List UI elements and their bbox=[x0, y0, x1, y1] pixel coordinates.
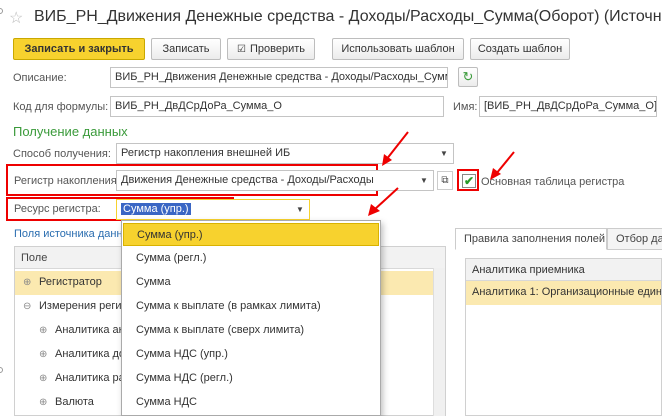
formula-code-label: Код для формулы: bbox=[13, 101, 109, 113]
collapse-icon[interactable]: ⊖ bbox=[23, 301, 33, 312]
description-field[interactable]: ВИБ_РН_Движения Денежные средства - Дохо… bbox=[110, 67, 448, 88]
checkmark-icon: ✔ bbox=[463, 174, 475, 188]
arrow-register-icon bbox=[382, 131, 409, 166]
tree-row-label: Валюта bbox=[55, 396, 94, 408]
dropdown-item[interactable]: Сумма НДС (регл.) bbox=[123, 367, 379, 390]
refresh-button[interactable]: ↻ bbox=[458, 67, 478, 87]
resource-value: Сумма (упр.) bbox=[121, 203, 191, 215]
use-template-button[interactable]: Использовать шаблон bbox=[332, 38, 464, 60]
tab-data-filter[interactable]: Отбор дан bbox=[607, 228, 662, 250]
register-value: Движения Денежные средства - Доходы/Расх… bbox=[121, 174, 374, 186]
arrow-checkbox-icon bbox=[490, 151, 515, 180]
refresh-icon: ↻ bbox=[462, 69, 474, 84]
dropdown-item[interactable]: Сумма НДС bbox=[123, 391, 379, 414]
dropdown-item[interactable]: Сумма НДС (упр.) bbox=[123, 343, 379, 366]
method-label: Способ получения: bbox=[13, 148, 111, 160]
tree-row-label: Аналитика ак bbox=[55, 324, 124, 336]
expand-icon[interactable]: ⊕ bbox=[39, 397, 49, 408]
expand-icon[interactable]: ⊕ bbox=[39, 349, 49, 360]
save-button[interactable]: Записать bbox=[151, 38, 221, 60]
main-table-checkbox[interactable]: ✔ bbox=[462, 174, 476, 188]
source-fields-link[interactable]: Поля источника данн bbox=[14, 228, 123, 240]
resource-dropdown-list: Сумма (упр.) Сумма (регл.) Сумма Сумма к… bbox=[121, 220, 381, 416]
create-template-button[interactable]: Создать шаблон bbox=[470, 38, 570, 60]
register-open-icon[interactable]: ⧉ bbox=[437, 171, 453, 190]
description-label: Описание: bbox=[13, 72, 67, 84]
save-and-close-button[interactable]: Записать и закрыть bbox=[13, 38, 145, 60]
tree-row-label: Аналитика ра bbox=[55, 372, 125, 384]
resize-handle-bottom[interactable] bbox=[0, 367, 3, 373]
window-title: ВИБ_РН_Движения Денежные средства - Дохо… bbox=[34, 8, 662, 25]
resource-select[interactable]: Сумма (упр.) bbox=[116, 199, 310, 220]
check-icon: ☑ bbox=[237, 43, 246, 55]
dropdown-item[interactable]: Сумма к выплате (в рамках лимита) bbox=[123, 295, 379, 318]
right-tabs: Правила заполнения полей Отбор дан bbox=[455, 228, 662, 250]
name-label: Имя: bbox=[453, 101, 478, 113]
register-label: Регистр накопления: bbox=[14, 175, 120, 187]
dropdown-item[interactable]: Сумма (упр.) bbox=[123, 223, 379, 246]
resource-label: Ресурс регистра: bbox=[14, 203, 101, 215]
tree-row-label: Измерения регис bbox=[39, 300, 127, 312]
expand-icon[interactable]: ⊕ bbox=[23, 277, 33, 288]
name-field[interactable]: [ВИБ_РН_ДвДСрДоРа_Сумма_О] bbox=[479, 96, 657, 117]
dropdown-item[interactable]: Сумма (регл.) bbox=[123, 247, 379, 270]
tab-fill-rules[interactable]: Правила заполнения полей bbox=[455, 228, 607, 250]
arrow-resource-icon bbox=[368, 187, 399, 216]
dropdown-item[interactable]: Сумма bbox=[123, 271, 379, 294]
method-dropdown-icon[interactable]: ▼ bbox=[436, 144, 452, 163]
expand-icon[interactable]: ⊕ bbox=[39, 373, 49, 384]
section-title: Получение данных bbox=[13, 124, 128, 139]
check-button[interactable]: ☑ Проверить bbox=[227, 38, 315, 60]
tree-row-label: Регистратор bbox=[39, 276, 102, 288]
register-dropdown-icon[interactable]: ▼ bbox=[416, 171, 432, 190]
check-button-label: Проверить bbox=[249, 43, 305, 55]
resource-dropdown-icon[interactable]: ▼ bbox=[292, 200, 308, 219]
title-bar: ☆ ВИБ_РН_Движения Денежные средства - До… bbox=[0, 0, 662, 36]
right-table-row[interactable]: Аналитика 1: Организационные единиц bbox=[466, 281, 661, 305]
method-value: Регистр накопления внешней ИБ bbox=[121, 147, 291, 159]
right-table: Аналитика приемника Аналитика 1: Организ… bbox=[465, 258, 662, 416]
dropdown-item[interactable]: Сумма к выплате (сверх лимита) bbox=[123, 319, 379, 342]
formula-code-field[interactable]: ВИБ_РН_ДвДСрДоРа_Сумма_О bbox=[110, 96, 444, 117]
expand-icon[interactable]: ⊕ bbox=[39, 325, 49, 336]
favorite-star-icon[interactable]: ☆ bbox=[9, 8, 23, 28]
right-table-header: Аналитика приемника bbox=[466, 259, 661, 281]
tree-scrollbar[interactable] bbox=[433, 268, 445, 416]
tree-row-label: Аналитика до bbox=[55, 348, 126, 360]
